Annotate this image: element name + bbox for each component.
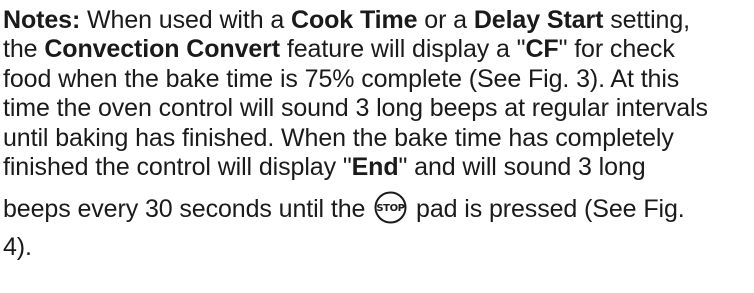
text-line-7: beeps every 30 seconds until the STOP pa… [3, 191, 754, 227]
text-segment: setting, [603, 6, 690, 34]
delay-start-term: Delay Start [473, 6, 604, 34]
text-segment: pad is pressed (See Fig. [409, 195, 685, 224]
text-segment: " and will sound 3 long [398, 153, 646, 182]
end-display-term: End [351, 153, 399, 182]
text-line-6: finished the control will display "End" … [3, 153, 754, 182]
text-segment: When used with a [80, 6, 291, 34]
cf-display-term: CF [525, 35, 559, 64]
text-segment: " for check [558, 35, 675, 64]
text-segment: finished the control will display " [3, 153, 352, 182]
notes-paragraph: Notes: When used with a Cook Time or a D… [3, 6, 754, 263]
notes-label: Notes: [3, 6, 81, 34]
text-line-2: the Convection Convert feature will disp… [3, 35, 754, 64]
stop-pad-svg: STOP [374, 191, 407, 224]
text-line-5: until baking has finished. When the bake… [3, 123, 674, 152]
stop-icon-text: STOP [377, 204, 405, 215]
text-segment: beeps every 30 seconds until the [3, 195, 373, 224]
text-segment: or a [417, 6, 474, 34]
text-segment: feature will display a " [280, 35, 526, 64]
convection-convert-term: Convection Convert [44, 35, 281, 64]
text-line-8: 4). [3, 233, 32, 262]
text-line-1: Notes: When used with a Cook Time or a D… [3, 6, 754, 35]
cook-time-term: Cook Time [291, 6, 418, 34]
text-line-3: food when the bake time is 75% complete … [3, 64, 680, 93]
text-line-4: time the oven control will sound 3 long … [3, 94, 708, 123]
stop-pad-icon: STOP [374, 191, 407, 224]
text-segment: the [3, 35, 45, 64]
